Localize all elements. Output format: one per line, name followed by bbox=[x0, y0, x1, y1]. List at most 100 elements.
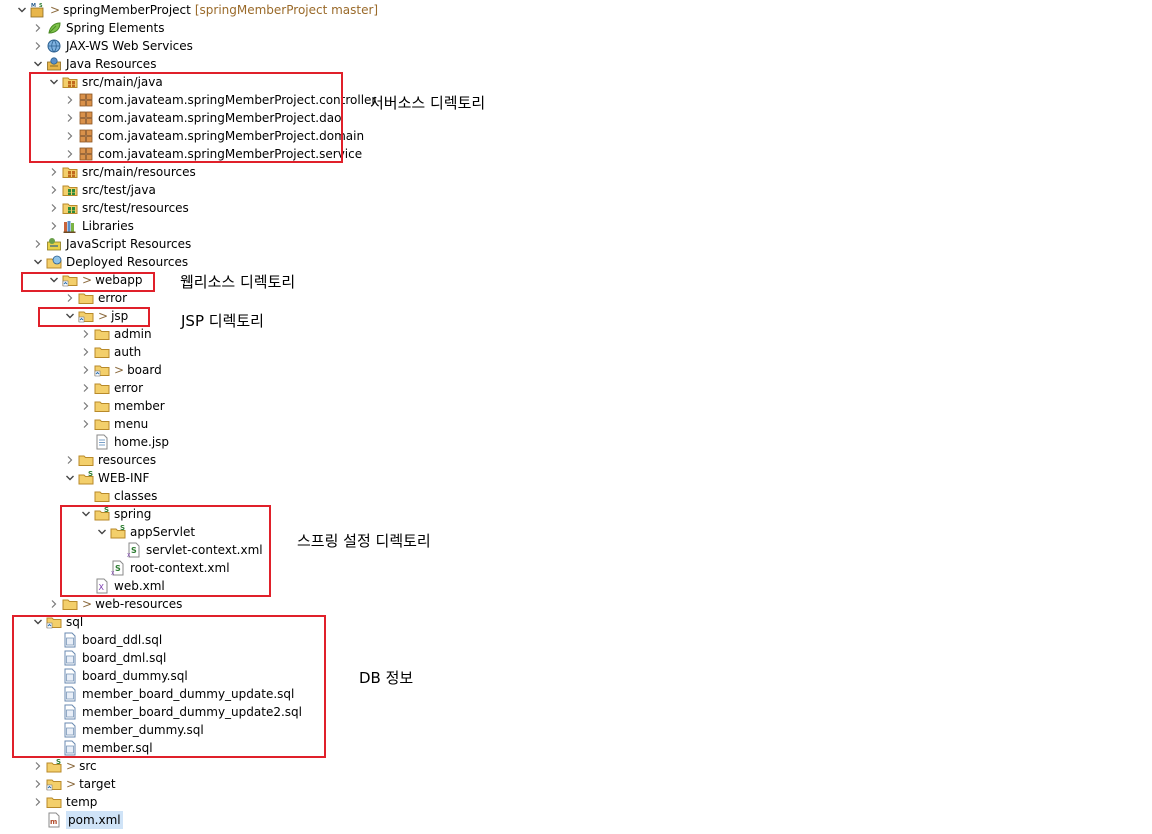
expand-chevron-icon[interactable] bbox=[80, 505, 92, 523]
annotation-spring-config-dir: 스프링 설정 디렉토리 bbox=[297, 532, 431, 550]
expand-chevron-icon[interactable] bbox=[48, 271, 60, 289]
tree-item-member[interactable]: member bbox=[80, 397, 165, 415]
collapse-chevron-icon[interactable] bbox=[80, 325, 92, 343]
collapse-chevron-icon[interactable] bbox=[80, 379, 92, 397]
collapse-chevron-icon[interactable] bbox=[64, 289, 76, 307]
collapse-chevron-icon[interactable] bbox=[32, 775, 44, 793]
expand-chevron-icon[interactable] bbox=[32, 613, 44, 631]
tree-item-board-dml-sql[interactable]: board_dml.sql bbox=[48, 649, 166, 667]
collapse-chevron-icon[interactable] bbox=[80, 397, 92, 415]
tree-item-label: classes bbox=[114, 489, 158, 503]
tree-item-webapp[interactable]: > webapp bbox=[48, 271, 142, 289]
tree-item-spring-elements[interactable]: Spring Elements bbox=[32, 19, 164, 37]
collapse-chevron-icon[interactable] bbox=[32, 757, 44, 775]
tree-item-spring[interactable]: Sspring bbox=[80, 505, 151, 523]
svg-text:m: m bbox=[50, 818, 57, 826]
tree-item-springmemberproject[interactable]: M S > springMemberProject [springMemberProje… bbox=[16, 1, 378, 19]
tree-item-temp[interactable]: temp bbox=[32, 793, 97, 811]
tree-item-label: member_board_dummy_update2.sql bbox=[82, 705, 302, 719]
tree-item-member-board-dummy-update2-sql[interactable]: member_board_dummy_update2.sql bbox=[48, 703, 302, 721]
tree-item-board-dummy-sql[interactable]: board_dummy.sql bbox=[48, 667, 188, 685]
folder-icon bbox=[94, 326, 110, 342]
collapse-chevron-icon[interactable] bbox=[80, 343, 92, 361]
test-source-folder-icon bbox=[62, 200, 78, 216]
tree-item-member-sql[interactable]: member.sql bbox=[48, 739, 153, 757]
collapse-chevron-icon[interactable] bbox=[48, 217, 60, 235]
tree-item-admin[interactable]: admin bbox=[80, 325, 152, 343]
tree-item-board-ddl-sql[interactable]: board_ddl.sql bbox=[48, 631, 162, 649]
tree-item-servlet-context-xml[interactable]: S Xservlet-context.xml bbox=[112, 541, 263, 559]
collapse-chevron-icon[interactable] bbox=[48, 199, 60, 217]
tree-item-root-context-xml[interactable]: S Xroot-context.xml bbox=[96, 559, 230, 577]
expand-chevron-icon[interactable] bbox=[96, 523, 108, 541]
tree-item-sql[interactable]: sql bbox=[32, 613, 83, 631]
collapse-chevron-icon[interactable] bbox=[64, 91, 76, 109]
collapse-chevron-icon[interactable] bbox=[80, 361, 92, 379]
tree-item-error[interactable]: error bbox=[80, 379, 143, 397]
tree-item-label: webapp bbox=[95, 273, 143, 287]
tree-item-classes[interactable]: classes bbox=[80, 487, 157, 505]
tree-item-com-javateam-springmemberproject-service[interactable]: com.javateam.springMemberProject.service bbox=[64, 145, 362, 163]
tree-item-error[interactable]: error bbox=[64, 289, 127, 307]
tree-item-board[interactable]: > board bbox=[80, 361, 162, 379]
tree-item-appservlet[interactable]: SappServlet bbox=[96, 523, 195, 541]
collapse-chevron-icon[interactable] bbox=[32, 19, 44, 37]
spring-folder-icon: S bbox=[46, 758, 62, 774]
collapse-chevron-icon[interactable] bbox=[48, 595, 60, 613]
tree-item-label: menu bbox=[114, 417, 149, 431]
expand-chevron-icon[interactable] bbox=[32, 55, 44, 73]
tree-item-src-test-java[interactable]: src/test/java bbox=[48, 181, 156, 199]
folder-icon bbox=[78, 290, 94, 306]
tree-item-src-main-resources[interactable]: src/main/resources bbox=[48, 163, 196, 181]
tree-item-com-javateam-springmemberproject-dao[interactable]: com.javateam.springMemberProject.dao bbox=[64, 109, 341, 127]
folder-icon bbox=[78, 452, 94, 468]
collapse-chevron-icon[interactable] bbox=[32, 37, 44, 55]
tree-item-javascript-resources[interactable]: JavaScript Resources bbox=[32, 235, 191, 253]
collapse-chevron-icon[interactable] bbox=[64, 127, 76, 145]
tree-item-java-resources[interactable]: Java Resources bbox=[32, 55, 156, 73]
tree-item-label: pom.xml bbox=[66, 811, 123, 829]
expand-chevron-icon[interactable] bbox=[16, 1, 28, 19]
svg-text:S: S bbox=[56, 758, 61, 766]
tree-item-web-xml[interactable]: Xweb.xml bbox=[80, 577, 165, 595]
tree-item-com-javateam-springmemberproject-controller[interactable]: com.javateam.springMemberProject.control… bbox=[64, 91, 376, 109]
collapse-chevron-icon[interactable] bbox=[80, 415, 92, 433]
tree-item-jax-ws-web-services[interactable]: JAX-WS Web Services bbox=[32, 37, 193, 55]
svg-text:S: S bbox=[39, 3, 43, 9]
collapse-chevron-icon[interactable] bbox=[64, 451, 76, 469]
tree-item-menu[interactable]: menu bbox=[80, 415, 148, 433]
spring-folder-icon: S bbox=[110, 524, 126, 540]
tree-item-com-javateam-springmemberproject-domain[interactable]: com.javateam.springMemberProject.domain bbox=[64, 127, 364, 145]
tree-item-jsp[interactable]: > jsp bbox=[64, 307, 128, 325]
tree-item-target[interactable]: > target bbox=[32, 775, 116, 793]
tree-item-pom-xml[interactable]: m pom.xml bbox=[32, 811, 123, 829]
tree-item-resources[interactable]: resources bbox=[64, 451, 156, 469]
tree-item-auth[interactable]: auth bbox=[80, 343, 141, 361]
tree-item-web-inf[interactable]: S WEB-INF bbox=[64, 469, 149, 487]
tree-item-src[interactable]: S > src bbox=[32, 757, 97, 775]
tree-item-libraries[interactable]: Libraries bbox=[48, 217, 134, 235]
expand-chevron-icon[interactable] bbox=[48, 73, 60, 91]
expand-chevron-icon[interactable] bbox=[64, 307, 76, 325]
collapse-chevron-icon[interactable] bbox=[48, 181, 60, 199]
annotation-jsp-dir: JSP 디렉토리 bbox=[181, 312, 264, 330]
tree-item-member-board-dummy-update-sql[interactable]: member_board_dummy_update.sql bbox=[48, 685, 294, 703]
expand-chevron-icon[interactable] bbox=[32, 253, 44, 271]
collapse-chevron-icon[interactable] bbox=[32, 793, 44, 811]
collapse-chevron-icon[interactable] bbox=[32, 235, 44, 253]
tree-item-member-dummy-sql[interactable]: member_dummy.sql bbox=[48, 721, 204, 739]
tree-item-src-main-java[interactable]: src/main/java bbox=[48, 73, 163, 91]
tree-item-deployed-resources[interactable]: Deployed Resources bbox=[32, 253, 188, 271]
git-change-decorator: > bbox=[98, 309, 109, 323]
source-folder-icon bbox=[62, 74, 78, 90]
tree-item-web-resources[interactable]: > web-resources bbox=[48, 595, 182, 613]
tree-item-src-test-resources[interactable]: src/test/resources bbox=[48, 199, 189, 217]
expand-chevron-icon[interactable] bbox=[64, 469, 76, 487]
spring-folder-icon: S bbox=[94, 506, 110, 522]
collapse-chevron-icon[interactable] bbox=[64, 145, 76, 163]
spring-folder-icon: S bbox=[78, 470, 94, 486]
tree-item-home-jsp[interactable]: home.jsp bbox=[80, 433, 169, 451]
collapse-chevron-icon[interactable] bbox=[64, 109, 76, 127]
collapse-chevron-icon[interactable] bbox=[48, 163, 60, 181]
